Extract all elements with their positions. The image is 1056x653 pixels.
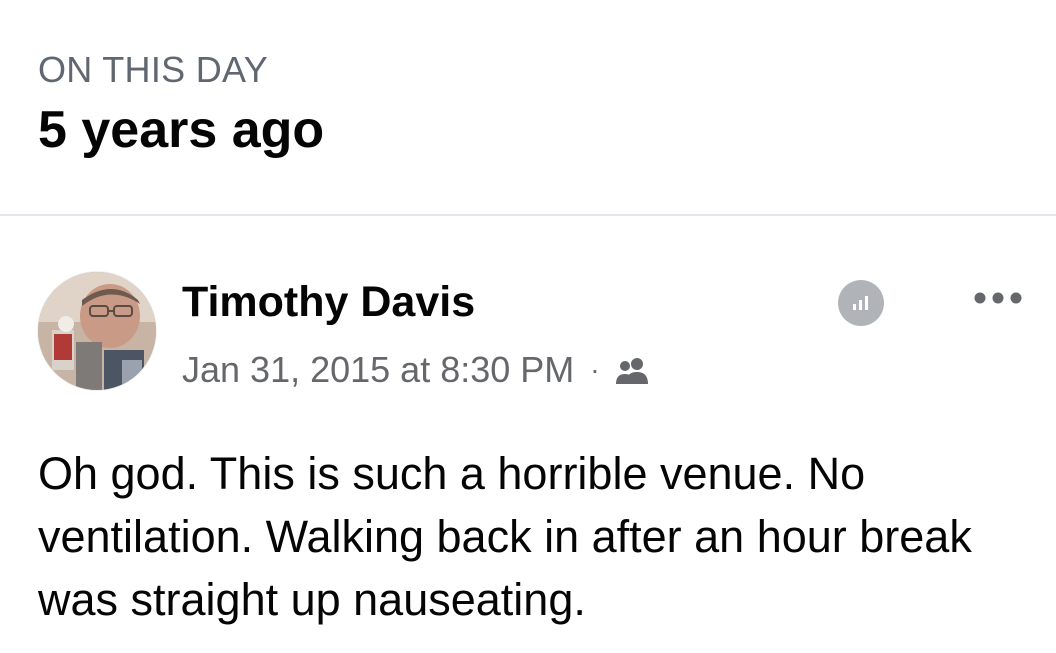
memory-post: Timothy Davis Jan 31, 2015 at 8:30 PM · … xyxy=(0,216,1056,653)
avatar-photo xyxy=(38,272,156,390)
insights-icon[interactable] xyxy=(838,280,884,326)
memory-headline: 5 years ago xyxy=(38,101,325,159)
post-text: Oh god. This is such a horrible venue. N… xyxy=(38,448,972,625)
more-options-icon[interactable] xyxy=(968,278,1028,318)
memory-header: ON THIS DAY 5 years ago xyxy=(38,48,1018,160)
post-timestamp[interactable]: Jan 31, 2015 at 8:30 PM xyxy=(182,349,574,391)
post-meta: Jan 31, 2015 at 8:30 PM · xyxy=(182,346,652,394)
memory-overline: ON THIS DAY xyxy=(38,49,269,90)
friends-icon[interactable] xyxy=(614,356,652,386)
avatar[interactable] xyxy=(38,272,156,390)
post-author[interactable]: Timothy Davis xyxy=(182,276,475,328)
meta-separator: · xyxy=(590,354,600,385)
